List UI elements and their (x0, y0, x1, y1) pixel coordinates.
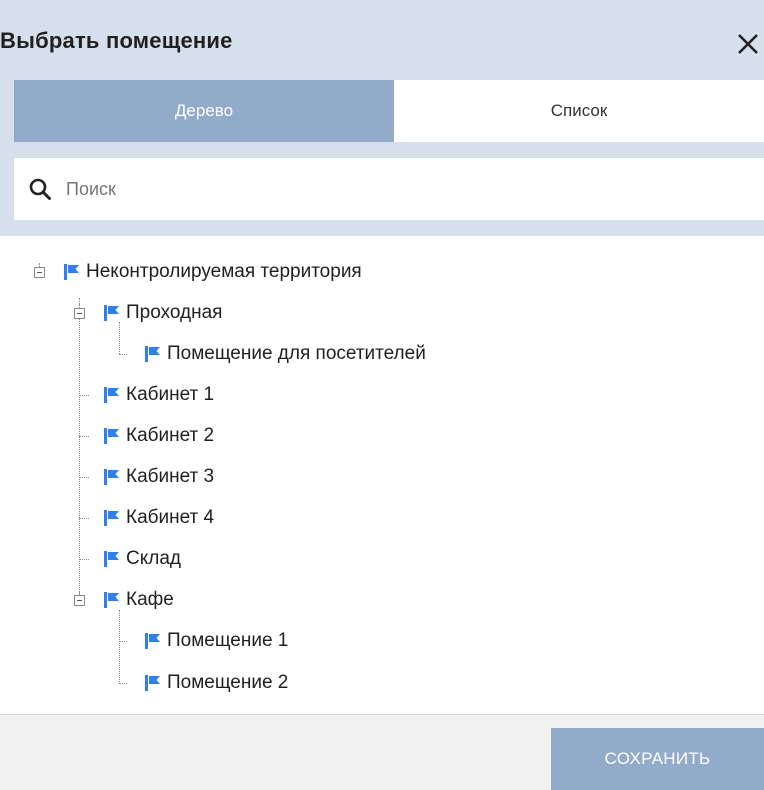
tree-line (79, 477, 89, 478)
tree-line (79, 298, 80, 598)
tree-line (119, 641, 127, 642)
tree-node[interactable]: Кабинет 4 (104, 503, 214, 533)
tree-line (79, 518, 89, 519)
tree-node-label: Кафе (126, 589, 174, 610)
tree-node[interactable]: Кабинет 1 (104, 380, 214, 410)
dialog-footer: СОХРАНИТЬ (0, 714, 764, 790)
search-input[interactable] (64, 168, 718, 210)
search-icon (29, 178, 51, 200)
tree-node-label: Склад (126, 548, 181, 569)
view-tabs: Дерево Список (14, 80, 764, 142)
tree-node[interactable]: Кафе (104, 585, 174, 615)
tree-node[interactable]: Помещение 1 (145, 626, 288, 656)
tree-line (79, 436, 89, 437)
room-tree: Неконтролируемая территория Проходная По… (0, 236, 764, 714)
flag-icon (104, 592, 119, 608)
tree-node-label: Помещение 1 (167, 630, 289, 651)
collapse-toggle-icon[interactable] (74, 304, 85, 319)
search-box (14, 158, 764, 220)
flag-icon (104, 551, 119, 567)
tree-node[interactable]: Неконтролируемая территория (64, 257, 362, 287)
tree-node[interactable]: Кабинет 3 (104, 462, 214, 492)
flag-icon (104, 387, 119, 403)
tree-node-label: Неконтролируемая территория (86, 261, 362, 282)
save-button[interactable]: СОХРАНИТЬ (551, 728, 764, 790)
tab-tree[interactable]: Дерево (14, 80, 394, 142)
tree-node[interactable]: Склад (104, 544, 181, 574)
tree-node-label: Кабинет 3 (126, 466, 215, 487)
tree-line (119, 354, 127, 355)
flag-icon (104, 428, 119, 444)
tree-node-label: Помещение для посетителей (167, 343, 426, 364)
tree-node[interactable]: Помещение для посетителей (145, 339, 426, 369)
tree-node-label: Кабинет 1 (126, 384, 215, 405)
tree-node-label: Кабинет 2 (126, 425, 215, 446)
collapse-toggle-icon[interactable] (34, 263, 45, 278)
flag-icon (104, 510, 119, 526)
tree-node-label: Кабинет 4 (126, 507, 215, 528)
collapse-toggle-icon[interactable] (74, 591, 85, 606)
dialog-header: Выбрать помещение Дерево Список (0, 0, 764, 236)
flag-icon (64, 264, 79, 280)
tree-line (79, 395, 89, 396)
tree-node-label: Помещение 2 (167, 672, 289, 693)
tree-line (119, 683, 127, 684)
tree-line (119, 610, 120, 684)
tab-list[interactable]: Список (394, 80, 764, 142)
tree-node[interactable]: Кабинет 2 (104, 421, 214, 451)
flag-icon (145, 633, 160, 649)
close-icon[interactable] (735, 30, 761, 58)
flag-icon (104, 305, 119, 321)
dialog-title: Выбрать помещение (0, 28, 233, 53)
tree-node-label: Проходная (126, 302, 223, 323)
flag-icon (145, 675, 160, 691)
select-room-dialog: Выбрать помещение Дерево Список Поиск Не… (0, 0, 764, 790)
flag-icon (145, 346, 160, 362)
tree-node[interactable]: Проходная (104, 298, 222, 328)
tree-node[interactable]: Помещение 2 (145, 668, 288, 698)
flag-icon (104, 469, 119, 485)
tree-line (79, 559, 89, 560)
